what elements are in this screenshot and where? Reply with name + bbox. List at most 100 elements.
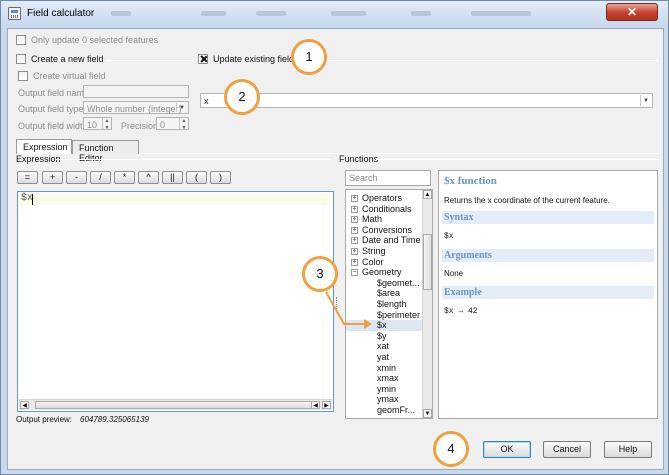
blurred-background <box>111 11 131 16</box>
existing-field-select[interactable]: x ▼ <box>200 93 653 108</box>
operator-button[interactable]: = <box>17 171 38 184</box>
output-preview-label: Output preview: <box>16 415 73 424</box>
chevron-down-icon: ▼ <box>640 95 651 106</box>
update-existing-option[interactable]: Update existing field <box>198 54 294 64</box>
spin-arrows-icon[interactable]: ▲ ▼ <box>102 118 111 131</box>
function-tree-item[interactable]: xmin <box>346 363 422 374</box>
ok-button[interactable]: OK <box>483 441 531 458</box>
callout-marker: 2 <box>224 79 260 115</box>
operator-button[interactable]: + <box>42 171 63 184</box>
scrollbar-thumb[interactable] <box>35 401 312 409</box>
function-tree-label: xmax <box>377 373 399 384</box>
tab-bar-line <box>139 153 659 154</box>
function-tree-label: Math <box>362 214 383 225</box>
scroll-left-icon[interactable]: ◀ <box>20 401 29 409</box>
tab-function-editor[interactable]: Function Editor <box>72 140 139 163</box>
operator-button[interactable]: - <box>66 171 87 184</box>
scroll-right-icon[interactable]: ▶ <box>322 401 331 409</box>
expression-section-title: Expression <box>16 154 61 164</box>
group-divider <box>298 60 658 61</box>
function-tree-label: yat <box>377 352 390 362</box>
create-new-field-option[interactable]: Create a new field <box>16 54 104 64</box>
blurred-background <box>411 11 431 16</box>
function-tree-item[interactable]: ymin <box>346 384 422 395</box>
expression-editor[interactable]: $x ◀ ◀ ▶ <box>17 191 334 412</box>
collapse-icon[interactable]: − <box>351 269 358 277</box>
function-tree-label: geomFr... <box>377 405 416 415</box>
scroll-left-icon[interactable]: ◀ <box>311 401 320 409</box>
function-tree-label: $length <box>377 299 407 309</box>
function-help-panel: $x function Returns the x coordinate of … <box>438 170 658 419</box>
create-new-field-checkbox[interactable] <box>16 54 26 64</box>
function-tree-item[interactable]: + Conversions <box>346 225 422 236</box>
only-selected-option[interactable]: Only update 0 selected features <box>16 35 158 45</box>
example-code: $x → 42 <box>444 307 478 316</box>
function-tree-label: xat <box>377 341 390 352</box>
function-tree-item[interactable]: + Date and Time <box>346 235 422 246</box>
callout-marker: 4 <box>433 431 469 467</box>
callout-marker: 1 <box>291 39 327 75</box>
function-tree-item[interactable]: − Geometry <box>346 267 422 278</box>
output-name-input[interactable] <box>83 85 189 98</box>
help-button[interactable]: Help <box>604 441 652 458</box>
update-existing-checkbox[interactable] <box>198 54 208 64</box>
function-tree-item[interactable]: + Conditionals <box>346 204 422 215</box>
expand-icon[interactable]: + <box>351 195 358 202</box>
create-virtual-checkbox[interactable] <box>18 71 28 81</box>
function-tree-item[interactable]: + Math <box>346 214 422 225</box>
tab-expression[interactable]: Expression <box>16 139 72 154</box>
expand-icon[interactable]: + <box>351 216 358 224</box>
operator-button[interactable]: * <box>114 171 135 184</box>
scroll-up-icon[interactable]: ▲ <box>423 190 432 199</box>
scrollbar-thumb[interactable] <box>423 234 432 290</box>
expand-icon[interactable]: + <box>351 237 358 245</box>
function-tree-item[interactable]: $y <box>346 331 422 342</box>
function-tree-label: Color <box>362 256 384 267</box>
horizontal-scrollbar[interactable]: ◀ ◀ ▶ <box>19 399 332 410</box>
operator-button[interactable]: ^ <box>138 171 159 184</box>
operator-button[interactable]: ( <box>186 171 207 184</box>
function-tree-item[interactable]: xmax <box>346 373 422 384</box>
current-line-highlight <box>19 194 332 205</box>
output-name-label: Output field name <box>18 88 90 98</box>
field-calculator-icon <box>8 7 21 20</box>
window-title: Field calculator <box>27 8 95 19</box>
output-width-value: 10 <box>87 120 98 130</box>
expand-icon[interactable]: + <box>351 248 358 255</box>
expand-icon[interactable]: + <box>351 258 358 266</box>
title-bar[interactable]: Field calculator ✕ <box>1 1 668 27</box>
close-button[interactable]: ✕ <box>606 3 658 21</box>
output-type-label: Output field type <box>18 104 84 114</box>
expand-icon[interactable]: + <box>351 226 358 234</box>
function-tree-label: String <box>362 246 386 256</box>
function-tree-item[interactable]: yat <box>346 352 422 363</box>
create-virtual-option[interactable]: Create virtual field <box>18 71 106 81</box>
function-tree-label: Conditionals <box>362 203 412 214</box>
output-width-spinbox[interactable]: 10 ▲ ▼ <box>83 117 112 131</box>
function-search-input[interactable]: Search <box>345 170 431 186</box>
operator-button[interactable]: ) <box>210 171 231 184</box>
cancel-button[interactable]: Cancel <box>543 441 591 458</box>
vertical-scrollbar[interactable]: ▲ ▼ <box>422 190 432 418</box>
precision-label: Precision <box>121 121 159 131</box>
function-tree-item[interactable]: geomFr... <box>346 405 422 416</box>
function-tree-item[interactable]: $geomet... <box>346 278 422 289</box>
expand-icon[interactable]: + <box>351 205 358 213</box>
function-tree-label: Operators <box>362 193 403 203</box>
blurred-background <box>256 11 286 16</box>
output-type-select[interactable]: Whole number (integer) ▼ <box>83 101 189 114</box>
precision-spinbox[interactable]: 0 ▲ ▼ <box>156 117 189 131</box>
scroll-down-icon[interactable]: ▼ <box>423 409 432 418</box>
spin-arrows-icon[interactable]: ▲ ▼ <box>179 118 188 131</box>
operator-button[interactable]: / <box>90 171 111 184</box>
function-tree-item[interactable]: xat <box>346 341 422 352</box>
function-tree-item[interactable]: + Operators <box>346 193 422 204</box>
operator-button[interactable]: || <box>162 171 183 184</box>
function-tree-item[interactable]: + Color <box>346 257 422 268</box>
callout-arrow <box>325 291 372 329</box>
only-selected-checkbox[interactable] <box>16 35 26 45</box>
function-tree-item[interactable]: ymax <box>346 394 422 405</box>
only-selected-label: Only update 0 selected features <box>31 35 159 45</box>
syntax-code: $x <box>444 232 454 241</box>
function-tree-item[interactable]: + String <box>346 246 422 257</box>
